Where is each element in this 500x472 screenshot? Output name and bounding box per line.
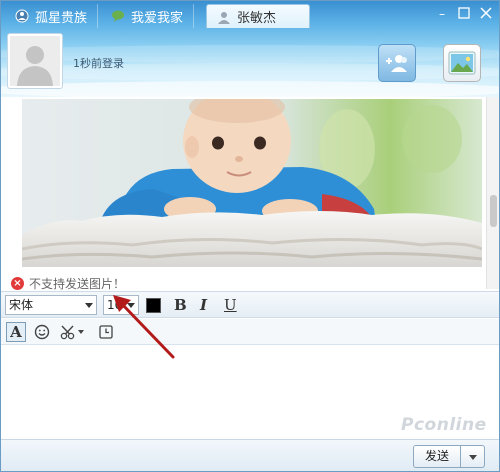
error-message: × 不支持发送图片！ bbox=[11, 275, 125, 292]
tab-label: 孤星贵族 bbox=[35, 10, 88, 26]
message-scrollbar[interactable] bbox=[486, 97, 499, 289]
tools-toolbar: A bbox=[1, 319, 499, 345]
chat-window: 孤星贵族 我爱我家 张敏杰 – 1秒前登录 × 不支持发送图片！ 宋体 10 B… bbox=[0, 0, 500, 472]
group-icon bbox=[15, 9, 29, 23]
tab-label: 我爱我家 bbox=[131, 10, 184, 26]
close-button[interactable] bbox=[479, 7, 493, 21]
font-family-select[interactable]: 宋体 bbox=[5, 295, 97, 315]
message-history[interactable] bbox=[2, 97, 499, 289]
watermark: Pconline bbox=[401, 415, 487, 435]
scrollbar-thumb[interactable] bbox=[490, 195, 497, 227]
send-button[interactable]: 发送 bbox=[413, 445, 461, 468]
maximize-button[interactable] bbox=[457, 7, 471, 21]
error-icon: × bbox=[11, 277, 24, 290]
bottom-bar: 发送 bbox=[1, 439, 499, 471]
minimize-button[interactable]: – bbox=[435, 7, 449, 21]
tab-zhang-min-jie[interactable]: 张敏杰 bbox=[206, 4, 310, 28]
chevron-down-icon bbox=[85, 303, 93, 308]
font-settings-button[interactable]: A bbox=[6, 322, 26, 342]
baby-photo-image bbox=[22, 99, 482, 267]
add-friend-button[interactable] bbox=[378, 44, 416, 82]
add-friend-icon bbox=[386, 55, 407, 72]
send-picture-button[interactable] bbox=[443, 44, 481, 82]
received-photo bbox=[22, 99, 482, 267]
text-color-picker[interactable] bbox=[146, 298, 161, 313]
screenshot-button[interactable] bbox=[59, 322, 87, 342]
font-icon: A bbox=[10, 323, 22, 341]
chat-header: 孤星贵族 我爱我家 张敏杰 – 1秒前登录 bbox=[1, 1, 499, 97]
font-size-select[interactable]: 10 bbox=[103, 295, 139, 315]
error-text: 不支持发送图片！ bbox=[29, 277, 126, 291]
tab-wo-ai-wo-jia[interactable]: 我爱我家 bbox=[101, 4, 195, 28]
clock-icon bbox=[99, 325, 113, 339]
smiley-icon bbox=[34, 324, 50, 340]
avatar[interactable] bbox=[7, 33, 63, 89]
font-size-value: 10 bbox=[107, 298, 123, 312]
contact-icon bbox=[217, 10, 231, 24]
send-options-button[interactable] bbox=[461, 445, 485, 468]
bold-button[interactable]: B bbox=[174, 296, 187, 314]
tab-gu-xing-gui-zu[interactable]: 孤星贵族 bbox=[5, 4, 99, 28]
chat-bubble-icon bbox=[111, 9, 125, 23]
avatar-placeholder-icon bbox=[10, 36, 60, 86]
font-family-value: 宋体 bbox=[9, 298, 34, 312]
underline-button[interactable]: U bbox=[224, 296, 237, 314]
scissors-icon bbox=[60, 325, 84, 340]
emoji-button[interactable] bbox=[32, 322, 52, 342]
font-toolbar: 宋体 10 B I U bbox=[1, 291, 499, 318]
tab-label: 张敏杰 bbox=[237, 11, 277, 26]
history-button[interactable] bbox=[96, 322, 116, 342]
picture-icon bbox=[448, 51, 476, 75]
italic-button[interactable]: I bbox=[200, 296, 207, 314]
chevron-down-icon bbox=[127, 303, 135, 308]
login-status: 1秒前登录 bbox=[73, 57, 124, 70]
